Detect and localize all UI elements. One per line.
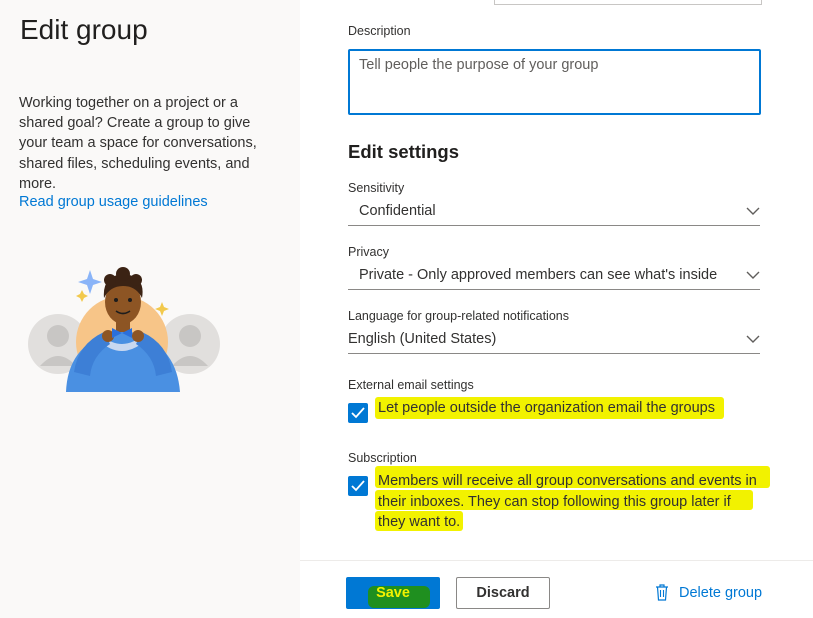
chevron-down-icon (746, 207, 760, 215)
description-input[interactable] (350, 51, 759, 113)
description-label: Description (348, 24, 411, 38)
trash-icon (656, 584, 668, 601)
delete-group-label: Delete group (679, 584, 763, 601)
subscription-text-line: their inboxes. They can stop following t… (378, 493, 731, 510)
sensitivity-dropdown[interactable]: Confidential (348, 199, 760, 226)
subscription-label: Subscription (348, 451, 417, 465)
footer-divider (300, 560, 813, 561)
save-highlight (368, 586, 430, 608)
page-description: Working together on a project or a share… (19, 95, 257, 192)
checkmark-icon (351, 407, 365, 419)
subscription-checkbox[interactable] (348, 476, 368, 496)
subscription-text-line: Members will receive all group conversat… (378, 473, 757, 489)
sensitivity-label: Sensitivity (348, 181, 405, 195)
usage-guidelines-link[interactable]: Read group usage guidelines (19, 194, 208, 210)
privacy-dropdown[interactable]: Private - Only approved members can see … (348, 263, 760, 290)
language-label: Language for group-related notifications (348, 309, 569, 323)
external-email-checkbox[interactable] (348, 403, 368, 423)
left-pane: Edit group Working together on a project… (0, 0, 300, 618)
page-title: Edit group (20, 14, 148, 45)
description-field-box (348, 49, 761, 115)
language-dropdown[interactable]: English (United States) (348, 327, 760, 354)
delete-group-button[interactable]: Delete group (655, 584, 762, 601)
checkmark-icon (351, 480, 365, 492)
sensitivity-value: Confidential (359, 203, 436, 219)
privacy-value: Private - Only approved members can see … (359, 267, 718, 283)
chevron-down-icon (746, 335, 760, 343)
subscription-text-line: they want to. (378, 514, 461, 530)
subscription-text: Members will receive all group conversat… (378, 471, 778, 533)
discard-button[interactable]: Discard (456, 577, 550, 609)
people-illustration (28, 267, 220, 392)
chevron-down-icon (746, 271, 760, 279)
privacy-label: Privacy (348, 245, 389, 259)
external-email-label: External email settings (348, 378, 474, 392)
language-value: English (United States) (348, 331, 497, 347)
external-email-text: Let people outside the organization emai… (378, 400, 715, 416)
edit-settings-heading: Edit settings (348, 141, 460, 162)
previous-field-edge (494, 0, 762, 5)
